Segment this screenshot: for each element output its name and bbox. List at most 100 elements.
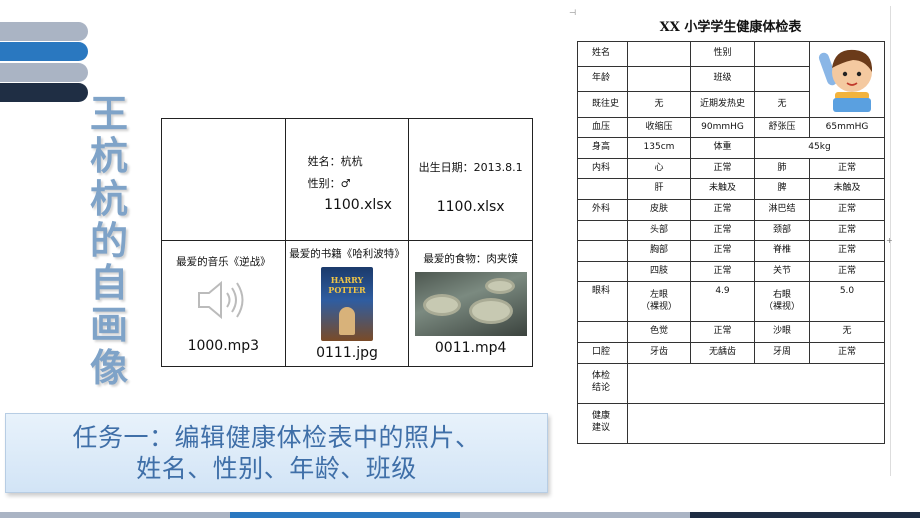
cell-neck-value[interactable]: 正常 (809, 219, 885, 242)
cell-internal-label: 内科 (577, 157, 628, 180)
name-line: 姓名：杭杭 (307, 154, 363, 168)
cell-lymph-label: 淋巴结 (754, 199, 810, 221)
book-file[interactable]: 0111.jpg (286, 345, 409, 361)
cell-chest-label: 胸部 (627, 240, 691, 262)
health-form-table: 姓名 性别 年龄 班级 既往史 无 近期发热史 无 血压 收缩压 90mmHG … (577, 40, 885, 444)
cell-teeth-label: 牙齿 (627, 342, 691, 364)
cell-lung-value[interactable]: 正常 (809, 157, 885, 180)
gender-line: 性别：♂ (307, 176, 351, 190)
cell-head-value[interactable]: 正常 (690, 219, 755, 242)
cell-fever-value[interactable]: 无 (754, 91, 810, 118)
cell-joints-label: 关节 (754, 260, 810, 283)
task-banner: 任务一：编辑健康体检表中的照片、 姓名、性别、年龄、班级 (5, 413, 548, 493)
book-cover-image[interactable]: HARRY POTTER (320, 267, 373, 341)
cell-oral-label: 口腔 (577, 342, 628, 364)
stripe-gray-2 (0, 63, 88, 82)
cell-neck-label: 颈部 (754, 219, 810, 242)
cell-spleen-value[interactable]: 未触及 (809, 178, 885, 201)
cell-chest-value[interactable]: 正常 (690, 240, 755, 262)
cell-periodontal-value[interactable]: 正常 (809, 342, 885, 364)
child-avatar-icon (818, 49, 873, 112)
right-eye-text: 右眼 (772, 290, 791, 301)
cell-advice-label: 健康 建议 (577, 402, 628, 444)
stripe-navy (0, 83, 88, 102)
book-cover-figure (338, 307, 355, 335)
cell-weight-value[interactable]: 45kg (754, 137, 885, 159)
cell-advice-value[interactable] (627, 402, 885, 444)
book-cell: 最爱的书籍《哈利波特》 HARRY POTTER 0111.jpg (284, 240, 410, 367)
cell-heart-value[interactable]: 正常 (690, 157, 755, 180)
cell-gender-label: 性别 (690, 40, 755, 68)
cell-left-eye-value[interactable]: 4.9 (690, 281, 755, 323)
cell-limbs-label: 四肢 (627, 260, 691, 283)
cell-age-label: 年龄 (577, 66, 628, 93)
cell-joints-value[interactable]: 正常 (809, 260, 885, 283)
cell-surgery-label: 外科 (577, 199, 628, 221)
ruler-mark-right: + (886, 236, 893, 245)
file-xlsx-2[interactable]: 1100.xlsx (409, 199, 532, 215)
cell-head-label: 头部 (627, 219, 691, 242)
cell-class-value[interactable] (754, 66, 810, 93)
birth-line: 出生日期：2013.8.1 (418, 160, 523, 174)
cell-limbs-value[interactable]: 正常 (690, 260, 755, 283)
book-label: 最爱的书籍《哈利波特》 (289, 248, 405, 260)
cell-lymph-value[interactable]: 正常 (809, 199, 885, 221)
cell-conclusion-value[interactable] (627, 362, 885, 404)
photo-cell[interactable] (161, 118, 286, 241)
cell-surgery-blank-3 (577, 260, 628, 283)
music-cell: 最爱的音乐《逆战》 1000.mp3 (161, 240, 286, 367)
food-video-thumbnail[interactable] (414, 272, 527, 336)
left-eye-naked-text: （裸视） (640, 301, 677, 312)
cell-right-eye-value[interactable]: 5.0 (809, 281, 885, 323)
cell-diastolic-value[interactable]: 65mmHG (809, 116, 885, 139)
food-label: 最爱的食物：肉夹馍 (423, 253, 518, 265)
cell-name-value[interactable] (627, 40, 691, 68)
book-cover-title: HARRY POTTER (328, 275, 366, 295)
cell-surgery-blank-2 (577, 240, 628, 262)
photo-cell-avatar[interactable] (809, 41, 885, 118)
bottom-bar-1 (0, 512, 230, 518)
cell-color-vision-value[interactable]: 正常 (690, 321, 755, 344)
food-file[interactable]: 0011.mp4 (409, 340, 532, 356)
cell-bp-label: 血压 (577, 116, 628, 139)
cell-spleen-label: 脾 (754, 178, 810, 201)
cell-right-eye-label: 右眼 （裸视） (754, 281, 810, 323)
cell-class-label: 班级 (690, 66, 755, 93)
cell-gender-value[interactable] (754, 40, 810, 68)
task-text: 任务一：编辑健康体检表中的照片、 姓名、性别、年龄、班级 (6, 422, 547, 484)
info-cell: 姓名：杭杭 性别：♂ 1100.xlsx (284, 118, 410, 241)
food-cell: 最爱的食物：肉夹馍 0011.mp4 (408, 240, 533, 367)
cell-liver-label: 肝 (627, 178, 691, 201)
file-xlsx-1[interactable]: 1100.xlsx (308, 197, 409, 213)
stripe-gray-1 (0, 22, 88, 41)
cell-spine-value[interactable]: 正常 (809, 240, 885, 262)
cell-lung-label: 肺 (754, 157, 810, 180)
cell-age-value[interactable] (627, 66, 691, 93)
cell-skin-value[interactable]: 正常 (690, 199, 755, 221)
cell-surgery-blank-1 (577, 219, 628, 242)
cell-name-label: 姓名 (577, 40, 628, 68)
cell-fever-label: 近期发热史 (690, 91, 755, 118)
vertical-title: 王杭杭的自画像 (89, 91, 128, 390)
music-file[interactable]: 1000.mp3 (162, 338, 285, 354)
cell-left-eye-label: 左眼 （裸视） (627, 281, 691, 323)
ruler-mark-top: ⊣ (569, 8, 576, 17)
cell-teeth-value[interactable]: 无龋齿 (690, 342, 755, 364)
conclusion-line-2: 结论 (592, 383, 611, 394)
cell-trachoma-value[interactable]: 无 (809, 321, 885, 344)
cell-history-label: 既往史 (577, 91, 628, 118)
cell-skin-label: 皮肤 (627, 199, 691, 221)
cell-spine-label: 脊椎 (754, 240, 810, 262)
cell-height-value[interactable]: 135cm (627, 137, 691, 159)
cell-liver-value[interactable]: 未触及 (690, 178, 755, 201)
cell-systolic-value[interactable]: 90mmHG (690, 116, 755, 139)
left-eye-text: 左眼 (649, 290, 668, 301)
task-line-1: 任务一：编辑健康体检表中的照片、 (72, 423, 481, 452)
speaker-icon[interactable] (193, 275, 253, 325)
cell-conclusion-label: 体检 结论 (577, 362, 628, 404)
cell-diastolic-label: 舒张压 (754, 116, 810, 139)
cell-trachoma-label: 沙眼 (754, 321, 810, 344)
cell-history-value[interactable]: 无 (627, 91, 691, 118)
cell-systolic-label: 收缩压 (627, 116, 691, 139)
task-line-2: 姓名、性别、年龄、班级 (136, 454, 417, 483)
